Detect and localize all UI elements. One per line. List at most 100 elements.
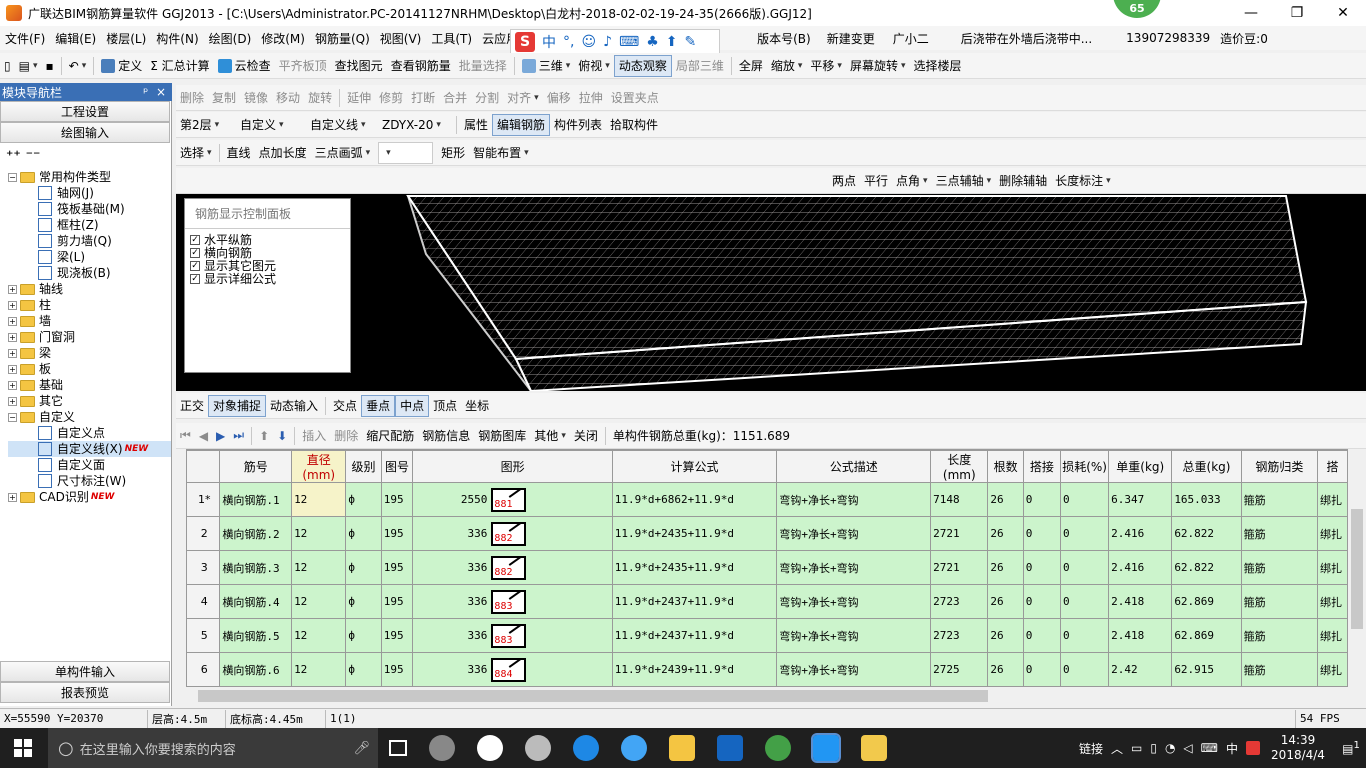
cell-loss[interactable]: 0 bbox=[1060, 550, 1110, 585]
vertex-snap[interactable]: 顶点 bbox=[429, 395, 461, 417]
batch-select-button[interactable]: 批量选择 bbox=[455, 55, 511, 77]
punct-icon[interactable]: °, bbox=[563, 34, 574, 50]
cell-count[interactable]: 26 bbox=[987, 618, 1024, 653]
copy-button[interactable]: 复制 bbox=[208, 87, 240, 109]
cell-shape[interactable]: 336 883 bbox=[412, 584, 613, 619]
grid-horizontal-scrollbar[interactable] bbox=[186, 687, 1348, 705]
single-component-input-button[interactable]: 单构件输入 bbox=[0, 661, 170, 682]
mic-icon[interactable]: ♪ bbox=[603, 34, 612, 50]
cell-count[interactable]: 26 bbox=[987, 516, 1024, 551]
intersection-snap[interactable]: 交点 bbox=[329, 395, 361, 417]
cell-loss[interactable]: 0 bbox=[1060, 652, 1110, 687]
undo-icon[interactable]: ↶ bbox=[65, 55, 91, 77]
open-icon[interactable]: ▤ bbox=[15, 55, 42, 77]
rectangle-tool[interactable]: 矩形 bbox=[437, 142, 469, 164]
cell-tie[interactable]: 绑扎 bbox=[1317, 584, 1348, 619]
cell-unit[interactable]: 2.42 bbox=[1108, 652, 1173, 687]
coordinate-snap[interactable]: 坐标 bbox=[461, 395, 493, 417]
taskbar-search[interactable]: ○ 在这里输入你要搜索的内容 🎤︎ bbox=[48, 728, 378, 768]
cell-fig[interactable]: 195 bbox=[380, 584, 414, 619]
cell-desc[interactable]: 弯钩+净长+弯钩 bbox=[776, 482, 932, 517]
cell-unit[interactable]: 6.347 bbox=[1108, 482, 1173, 517]
save-icon[interactable]: ▪ bbox=[41, 55, 57, 77]
file-explorer-icon[interactable] bbox=[669, 735, 695, 761]
scale-rebar-button[interactable]: 缩尺配筋 bbox=[362, 425, 418, 447]
floor-select[interactable]: 第2层 bbox=[176, 114, 236, 136]
two-point-axis-button[interactable]: 两点 bbox=[828, 170, 860, 192]
close-button[interactable]: ✕ bbox=[1320, 0, 1366, 26]
cell-tie[interactable]: 绑扎 bbox=[1317, 550, 1348, 585]
split-button[interactable]: 分割 bbox=[471, 87, 503, 109]
rebar-info-button[interactable]: 钢筋信息 bbox=[418, 425, 474, 447]
merge-button[interactable]: 合并 bbox=[439, 87, 471, 109]
drawing-input-button[interactable]: 绘图输入 bbox=[0, 122, 170, 143]
summary-calc-button[interactable]: Σ 汇总计算 bbox=[146, 55, 213, 77]
tree-group-slab[interactable]: + 板 bbox=[8, 361, 171, 377]
menu-rebar-qty[interactable]: 钢筋量(Q) bbox=[310, 30, 375, 47]
tree-item-axis-grid[interactable]: 轴网(J) bbox=[8, 185, 171, 201]
cell-tie[interactable]: 绑扎 bbox=[1317, 618, 1348, 653]
delete-axis-button[interactable]: 删除辅轴 bbox=[995, 170, 1051, 192]
col-loss[interactable]: 损耗(%) bbox=[1060, 450, 1110, 483]
cell-shape[interactable]: 2550 881 bbox=[412, 482, 613, 517]
3d-button[interactable]: 三维 bbox=[518, 55, 575, 77]
row-number[interactable]: 2 bbox=[186, 516, 221, 551]
tree-item-custom-point[interactable]: 自定义点 bbox=[8, 425, 171, 441]
menu-modify[interactable]: 修改(M) bbox=[256, 30, 310, 47]
cell-loss[interactable]: 0 bbox=[1060, 618, 1110, 653]
view-rebar-button[interactable]: 查看钢筋量 bbox=[387, 55, 455, 77]
tree-item-raft[interactable]: 筏板基础(M) bbox=[8, 201, 171, 217]
cell-formula[interactable]: 11.9*d+2435+11.9*d bbox=[611, 516, 778, 551]
cloud-check-button[interactable]: 云检查 bbox=[214, 55, 275, 77]
menu-floor[interactable]: 楼层(L) bbox=[101, 30, 151, 47]
chat-app-icon[interactable] bbox=[525, 735, 551, 761]
tree-common-group[interactable]: − 常用构件类型 bbox=[8, 169, 171, 185]
other-button[interactable]: 其他 bbox=[530, 425, 570, 447]
notification-badge[interactable]: 65 bbox=[1113, 0, 1161, 18]
tree-group-column[interactable]: + 柱 bbox=[8, 297, 171, 313]
col-grade[interactable]: 级别 bbox=[345, 450, 382, 483]
keyboard-icon[interactable]: ⌨ bbox=[619, 34, 639, 50]
col-diameter[interactable]: 直径(mm) bbox=[291, 450, 347, 483]
cell-loss[interactable]: 0 bbox=[1060, 482, 1110, 517]
cell-lap[interactable]: 0 bbox=[1022, 652, 1062, 687]
cell-dia[interactable]: 12 bbox=[291, 516, 347, 551]
cell-fig[interactable]: 195 bbox=[380, 652, 414, 687]
screen-rotate-button[interactable]: 屏幕旋转 bbox=[846, 55, 910, 77]
col-tie[interactable]: 搭 bbox=[1317, 450, 1348, 483]
mirror-button[interactable]: 镜像 bbox=[240, 87, 272, 109]
point-length-tool[interactable]: 点加长度 bbox=[255, 142, 311, 164]
cell-lap[interactable]: 0 bbox=[1022, 618, 1062, 653]
col-category[interactable]: 钢筋归类 bbox=[1240, 450, 1319, 483]
cell-dia[interactable]: 12 bbox=[291, 584, 347, 619]
rotate-button[interactable]: 旋转 bbox=[304, 87, 336, 109]
emoji-icon[interactable]: ☺ bbox=[581, 34, 596, 50]
clock[interactable]: 14:39 2018/4/4 bbox=[1268, 733, 1328, 763]
cell-length[interactable]: 7148 bbox=[930, 482, 989, 517]
cell-length[interactable]: 2721 bbox=[930, 550, 989, 585]
table-row[interactable]: 5 横向钢筋.5 12 ф 195 336 883 11.9*d+2437+11.9*d 弯钩+… bbox=[186, 618, 1348, 653]
component-name-select[interactable]: ZDYX-20 bbox=[378, 114, 453, 136]
notification-center-icon[interactable]: ▤1 bbox=[1336, 740, 1366, 756]
next-record-icon[interactable]: ▶ bbox=[212, 425, 229, 447]
cell-count[interactable]: 26 bbox=[987, 550, 1024, 585]
dynamic-orbit-button[interactable]: 动态观察 bbox=[613, 54, 672, 77]
cell-length[interactable]: 2723 bbox=[930, 618, 989, 653]
update-icon[interactable]: ⬆ bbox=[666, 34, 678, 50]
tree-custom-group[interactable]: − 自定义 bbox=[8, 409, 171, 425]
insert-row-button[interactable]: 插入 bbox=[298, 425, 330, 447]
menu-edit[interactable]: 编辑(E) bbox=[50, 30, 101, 47]
table-row[interactable]: 6 横向钢筋.6 12 ф 195 336 884 11.9*d+2439+11.9*d 弯钩+… bbox=[186, 652, 1348, 687]
col-formula[interactable]: 计算公式 bbox=[611, 450, 778, 483]
break-button[interactable]: 打断 bbox=[407, 87, 439, 109]
cell-total[interactable]: 62.915 bbox=[1171, 652, 1242, 687]
move-down-icon[interactable]: ⬇ bbox=[273, 425, 291, 447]
cell-grade[interactable]: ф bbox=[345, 550, 382, 585]
network-icon[interactable]: ▭ bbox=[1131, 741, 1142, 755]
cell-shape[interactable]: 336 883 bbox=[412, 618, 613, 653]
cell-unit[interactable]: 2.416 bbox=[1108, 550, 1173, 585]
object-snap-toggle[interactable]: 对象捕捉 bbox=[208, 394, 267, 417]
offset-button[interactable]: 偏移 bbox=[543, 87, 575, 109]
cell-unit[interactable]: 2.416 bbox=[1108, 516, 1173, 551]
cell-formula[interactable]: 11.9*d+2437+11.9*d bbox=[611, 584, 778, 619]
